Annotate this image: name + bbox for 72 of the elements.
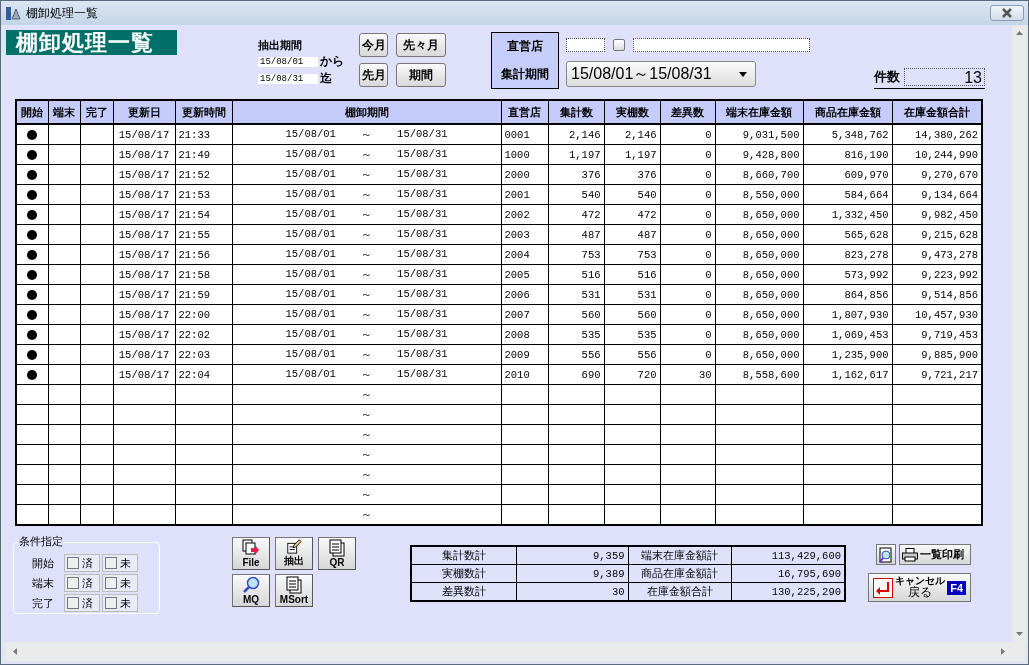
count-field: 13 bbox=[904, 68, 985, 86]
column-header: 在庫金額合計 bbox=[892, 100, 982, 124]
file-transfer-icon bbox=[242, 539, 260, 557]
period-button[interactable]: 先々月 bbox=[396, 33, 446, 57]
condition-checkbox[interactable]: 済 bbox=[64, 554, 100, 572]
scroll-right-icon[interactable] bbox=[1001, 648, 1005, 655]
tool-button[interactable]: File bbox=[232, 537, 270, 570]
condition-label: 完了 bbox=[32, 595, 55, 611]
print-button[interactable]: 一覧印刷 bbox=[899, 544, 971, 565]
tool-button[interactable]: 抽出 bbox=[275, 537, 313, 570]
scroll-left-icon[interactable] bbox=[13, 648, 17, 655]
scroll-down-icon[interactable] bbox=[1016, 632, 1023, 636]
period-button[interactable]: 期間 bbox=[396, 63, 446, 87]
app-icon bbox=[5, 5, 21, 21]
condition-label: 開始 bbox=[32, 555, 55, 571]
date-field[interactable]: 15/08/01 bbox=[258, 56, 318, 67]
period-button[interactable]: 先月 bbox=[359, 63, 388, 87]
column-header: 直営店 bbox=[501, 100, 548, 124]
store-checkbox[interactable] bbox=[613, 39, 625, 51]
close-button[interactable] bbox=[990, 5, 1024, 21]
column-header: 棚卸期間 bbox=[232, 100, 501, 124]
extraction-label: 抽出期間 bbox=[258, 38, 303, 53]
vertical-scrollbar[interactable] bbox=[1012, 25, 1027, 642]
column-header: 更新時間 bbox=[175, 100, 232, 124]
column-header: 実棚数 bbox=[604, 100, 660, 124]
total-value: 9,359 bbox=[516, 546, 628, 565]
total-value: 113,429,600 bbox=[731, 546, 845, 565]
table-cell: ～ bbox=[232, 504, 501, 525]
tool-button[interactable]: QR bbox=[318, 537, 356, 570]
period-select[interactable]: 15/08/01～15/08/31 bbox=[566, 61, 756, 87]
store-code-field[interactable] bbox=[566, 38, 605, 52]
column-header: 開始 bbox=[16, 100, 48, 124]
horizontal-scrollbar[interactable] bbox=[5, 642, 1025, 661]
condition-checkbox[interactable]: 済 bbox=[64, 574, 100, 592]
documents-icon bbox=[328, 539, 346, 557]
condition-checkbox[interactable]: 未 bbox=[102, 554, 138, 572]
period-button[interactable]: 今月 bbox=[359, 33, 388, 57]
condition-title: 条件指定 bbox=[18, 534, 64, 549]
tool-button[interactable]: MQ bbox=[232, 574, 270, 607]
total-label: 集計数計 bbox=[411, 546, 516, 565]
column-header: 差異数 bbox=[660, 100, 715, 124]
dropdown-caret-icon bbox=[739, 71, 747, 77]
printer-icon bbox=[902, 547, 918, 562]
search-icon bbox=[242, 576, 260, 594]
column-header: 完了 bbox=[80, 100, 113, 124]
condition-checkbox[interactable]: 済 bbox=[64, 594, 100, 612]
total-label: 端末在庫金額計 bbox=[628, 546, 731, 565]
column-header: 更新日 bbox=[113, 100, 175, 124]
column-header: 商品在庫金額 bbox=[803, 100, 892, 124]
condition-checkbox[interactable]: 未 bbox=[102, 574, 138, 592]
window-title: 棚卸処理一覧 bbox=[26, 4, 99, 22]
column-header: 端末在庫金額 bbox=[715, 100, 803, 124]
magnifier-page-icon bbox=[878, 546, 894, 563]
condition-checkbox[interactable]: 未 bbox=[102, 594, 138, 612]
scroll-up-icon[interactable] bbox=[1016, 31, 1023, 35]
document-pen-icon bbox=[285, 538, 303, 554]
filter-label: 集計期間 bbox=[501, 65, 549, 83]
store-name-field[interactable] bbox=[633, 38, 810, 52]
table-cell: 15/08/01 ～ 15/08/31 bbox=[232, 124, 501, 145]
preview-button[interactable] bbox=[876, 544, 896, 565]
date-field[interactable]: 15/08/31 bbox=[258, 73, 318, 84]
documents-icon bbox=[285, 576, 303, 594]
condition-label: 端末 bbox=[32, 575, 55, 591]
column-header: 集計数 bbox=[548, 100, 604, 124]
page-heading: 棚卸処理一覧 bbox=[6, 30, 177, 55]
from-label: から bbox=[319, 53, 345, 70]
tool-button[interactable]: MSort bbox=[275, 574, 313, 607]
close-icon bbox=[1001, 8, 1013, 18]
column-header: 端末 bbox=[48, 100, 80, 124]
until-label: 迄 bbox=[319, 70, 333, 87]
count-label: 件数 bbox=[874, 68, 900, 86]
filter-label: 直営店 bbox=[507, 38, 543, 56]
